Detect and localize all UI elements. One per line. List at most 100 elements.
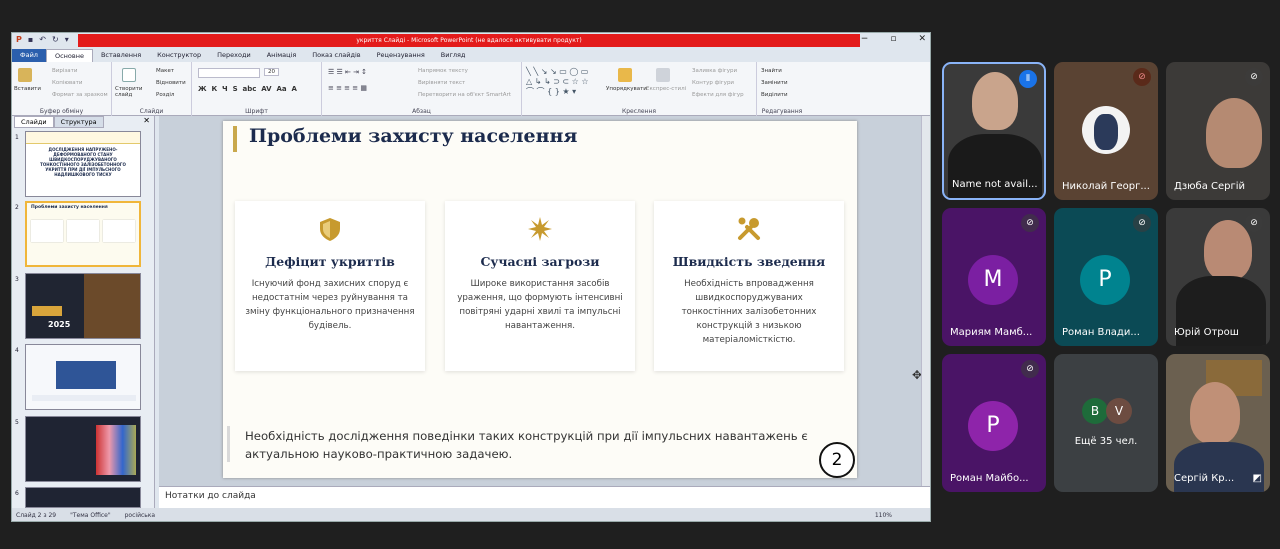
mic-off-icon: ⊘	[1245, 214, 1263, 232]
participant-tile-6[interactable]: ⊘ Юрій Отрош	[1166, 208, 1270, 346]
participant-name: Сергій Кр...	[1174, 473, 1235, 484]
slide-title[interactable]: Проблеми захисту населення	[249, 125, 577, 147]
card-speed[interactable]: Швидкість зведення Необхідність впровадж…	[654, 201, 844, 371]
quick-styles-button[interactable]: Експрес-стилі	[646, 86, 686, 92]
zoom-level[interactable]: 110%	[875, 512, 892, 519]
close-panel-icon[interactable]: ✕	[143, 116, 150, 125]
slide-thumbnail-3[interactable]: 2025	[25, 273, 141, 339]
footer-text[interactable]: Необхідність дослідження поведінки таких…	[245, 427, 825, 463]
shape-effects-button[interactable]: Ефекти для фігур	[692, 92, 744, 98]
current-slide[interactable]: Проблеми захисту населення Дефіцит укрит…	[223, 121, 922, 478]
slide-thumbnail-6[interactable]	[25, 487, 141, 508]
pin-icon[interactable]: ◩	[1253, 473, 1262, 484]
card-shelters[interactable]: Дефіцит укриттів Існуючий фонд захисних …	[235, 201, 425, 371]
new-slide-button[interactable]: Створити слайд	[115, 86, 145, 98]
arrange-button[interactable]: Упорядкувати	[606, 86, 647, 92]
panel-tabs: Слайди Структура	[14, 116, 104, 128]
slide-thumbnail-5[interactable]	[25, 416, 141, 482]
participant-tile-2[interactable]: ⊘ Николай Георг...	[1054, 62, 1158, 200]
align-text-button[interactable]: Вирівняти текст	[418, 80, 465, 86]
find-button[interactable]: Знайти	[761, 68, 782, 74]
more-participants-tile[interactable]: B V Ещё 35 чел.	[1054, 354, 1158, 492]
language[interactable]: російська	[125, 512, 155, 519]
group-label: Шрифт	[245, 108, 268, 115]
tab-design[interactable]: Конструктор	[149, 49, 209, 62]
slide-number: 3	[15, 276, 19, 283]
shield-icon	[317, 216, 343, 242]
close-icon[interactable]: ✕	[918, 34, 926, 44]
slide-thumbnail-1[interactable]: ДОСЛІДЖЕННЯ НАПРУЖЕНО-ДЕФОРМОВАНОГО СТАН…	[25, 131, 141, 197]
group-drawing: ╲ ╲ ↘ ↘ ▭ ◯ ▭ △ ↳ ↳ ⊃ ⊂ ☆ ☆ ⌒ ⌒ { } ★ ▾ …	[522, 62, 757, 116]
notes-pane[interactable]: Нотатки до слайда	[159, 486, 930, 508]
participant-tile-4[interactable]: М ⊘ Мариям Мамб...	[942, 208, 1046, 346]
font-style-buttons[interactable]: Ж К Ч S abc AV Aa A	[198, 85, 297, 93]
font-size-box[interactable]: 20	[264, 68, 279, 76]
restore-icon[interactable]: ▫	[890, 34, 896, 44]
participant-tile-7[interactable]: P ⊘ Роман Майбо...	[942, 354, 1046, 492]
layout-button[interactable]: Макет	[156, 68, 174, 74]
align-buttons[interactable]: ≡ ≡ ≡ ≡ ▦	[328, 84, 367, 92]
participant-tile-1[interactable]: ⦀ Name not avail...	[942, 62, 1046, 200]
group-label: Редагування	[761, 108, 803, 115]
slide-counter: Слайд 2 з 29	[16, 512, 57, 519]
slide-thumbnail-2[interactable]: Проблеми захисту населення	[25, 201, 141, 267]
tab-insert[interactable]: Вставлення	[93, 49, 149, 62]
tab-home[interactable]: Основне	[45, 49, 93, 62]
quick-styles-icon[interactable]	[656, 68, 670, 82]
participant-name: Дзюба Сергій	[1174, 181, 1246, 192]
copy-button[interactable]: Копіювати	[52, 80, 82, 86]
replace-button[interactable]: Замінити	[761, 80, 788, 86]
undo-icon[interactable]: ↶	[39, 35, 46, 44]
ribbon-tabs: Файл Основне Вставлення Конструктор Пере…	[12, 49, 930, 62]
mic-off-icon: ⊘	[1245, 68, 1263, 86]
card-body: Широке використання засобів ураження, що…	[457, 279, 623, 331]
group-editing: Знайти Замінити Виділити Редагування	[757, 62, 807, 116]
tab-review[interactable]: Рецензування	[369, 49, 433, 62]
shape-fill-button[interactable]: Заливка фігури	[692, 68, 737, 74]
customize-icon[interactable]: ▾	[65, 35, 69, 44]
footer-accent-bar	[227, 426, 230, 462]
shape-outline-button[interactable]: Контур фігури	[692, 80, 734, 86]
tab-animation[interactable]: Анімація	[259, 49, 305, 62]
tab-view[interactable]: Вигляд	[433, 49, 474, 62]
text-direction-button[interactable]: Напрямок тексту	[418, 68, 468, 74]
group-label: Буфер обміну	[39, 108, 84, 115]
thumb-title: Проблеми захисту населення	[31, 205, 108, 210]
minimize-icon[interactable]: −	[861, 34, 869, 44]
explosion-icon	[527, 216, 553, 242]
avatar: B	[1082, 398, 1108, 424]
save-icon[interactable]: ▪	[28, 35, 33, 44]
participant-tile-3[interactable]: ⊘ Дзюба Сергій	[1166, 62, 1270, 200]
redo-icon[interactable]: ↻	[52, 35, 59, 44]
slide-thumbnail-4[interactable]	[25, 344, 141, 410]
powerpoint-logo-icon: P	[16, 35, 22, 44]
reset-button[interactable]: Відновити	[156, 80, 186, 86]
arrange-icon[interactable]	[618, 68, 632, 82]
participant-name: Мариям Мамб...	[950, 327, 1033, 338]
thumb-title: ДОСЛІДЖЕННЯ НАПРУЖЕНО-ДЕФОРМОВАНОГО СТАН…	[40, 147, 126, 177]
format-painter-button[interactable]: Формат за зразком	[52, 92, 108, 98]
group-clipboard: Вставити Вирізати Копіювати Формат за зр…	[12, 62, 112, 116]
paste-button[interactable]: Вставити	[14, 86, 41, 92]
participant-tile-9[interactable]: Сергій Кр... ◩	[1166, 354, 1270, 492]
paste-icon[interactable]	[18, 68, 32, 82]
font-name-box[interactable]	[198, 68, 260, 78]
section-button[interactable]: Розділ	[156, 92, 174, 98]
participant-tile-5[interactable]: P ⊘ Роман Влади...	[1054, 208, 1158, 346]
smartart-button[interactable]: Перетворити на об'єкт SmartArt	[418, 92, 511, 98]
card-threats[interactable]: Сучасні загрози Широке використання засо…	[445, 201, 635, 371]
select-button[interactable]: Виділити	[761, 92, 788, 98]
cut-button[interactable]: Вирізати	[52, 68, 77, 74]
title-bar: P ▪ ↶ ↻ ▾ укриття Слайді - Microsoft Pow…	[12, 33, 930, 49]
shapes-gallery[interactable]: ╲ ╲ ↘ ↘ ▭ ◯ ▭ △ ↳ ↳ ⊃ ⊂ ☆ ☆ ⌒ ⌒ { } ★ ▾	[526, 67, 596, 97]
tab-transitions[interactable]: Переходи	[209, 49, 259, 62]
tab-slides[interactable]: Слайди	[14, 116, 54, 128]
list-buttons[interactable]: ☰ ☰ ⇤ ⇥ ↕	[328, 68, 367, 76]
slide-canvas: Проблеми захисту населення Дефіцит укрит…	[159, 116, 922, 486]
slide-number: 4	[15, 347, 19, 354]
vertical-scrollbar[interactable]	[921, 116, 930, 486]
tab-outline[interactable]: Структура	[53, 116, 104, 128]
new-slide-icon[interactable]	[122, 68, 136, 82]
tab-file[interactable]: Файл	[12, 49, 46, 62]
tab-slideshow[interactable]: Показ слайдів	[304, 49, 368, 62]
